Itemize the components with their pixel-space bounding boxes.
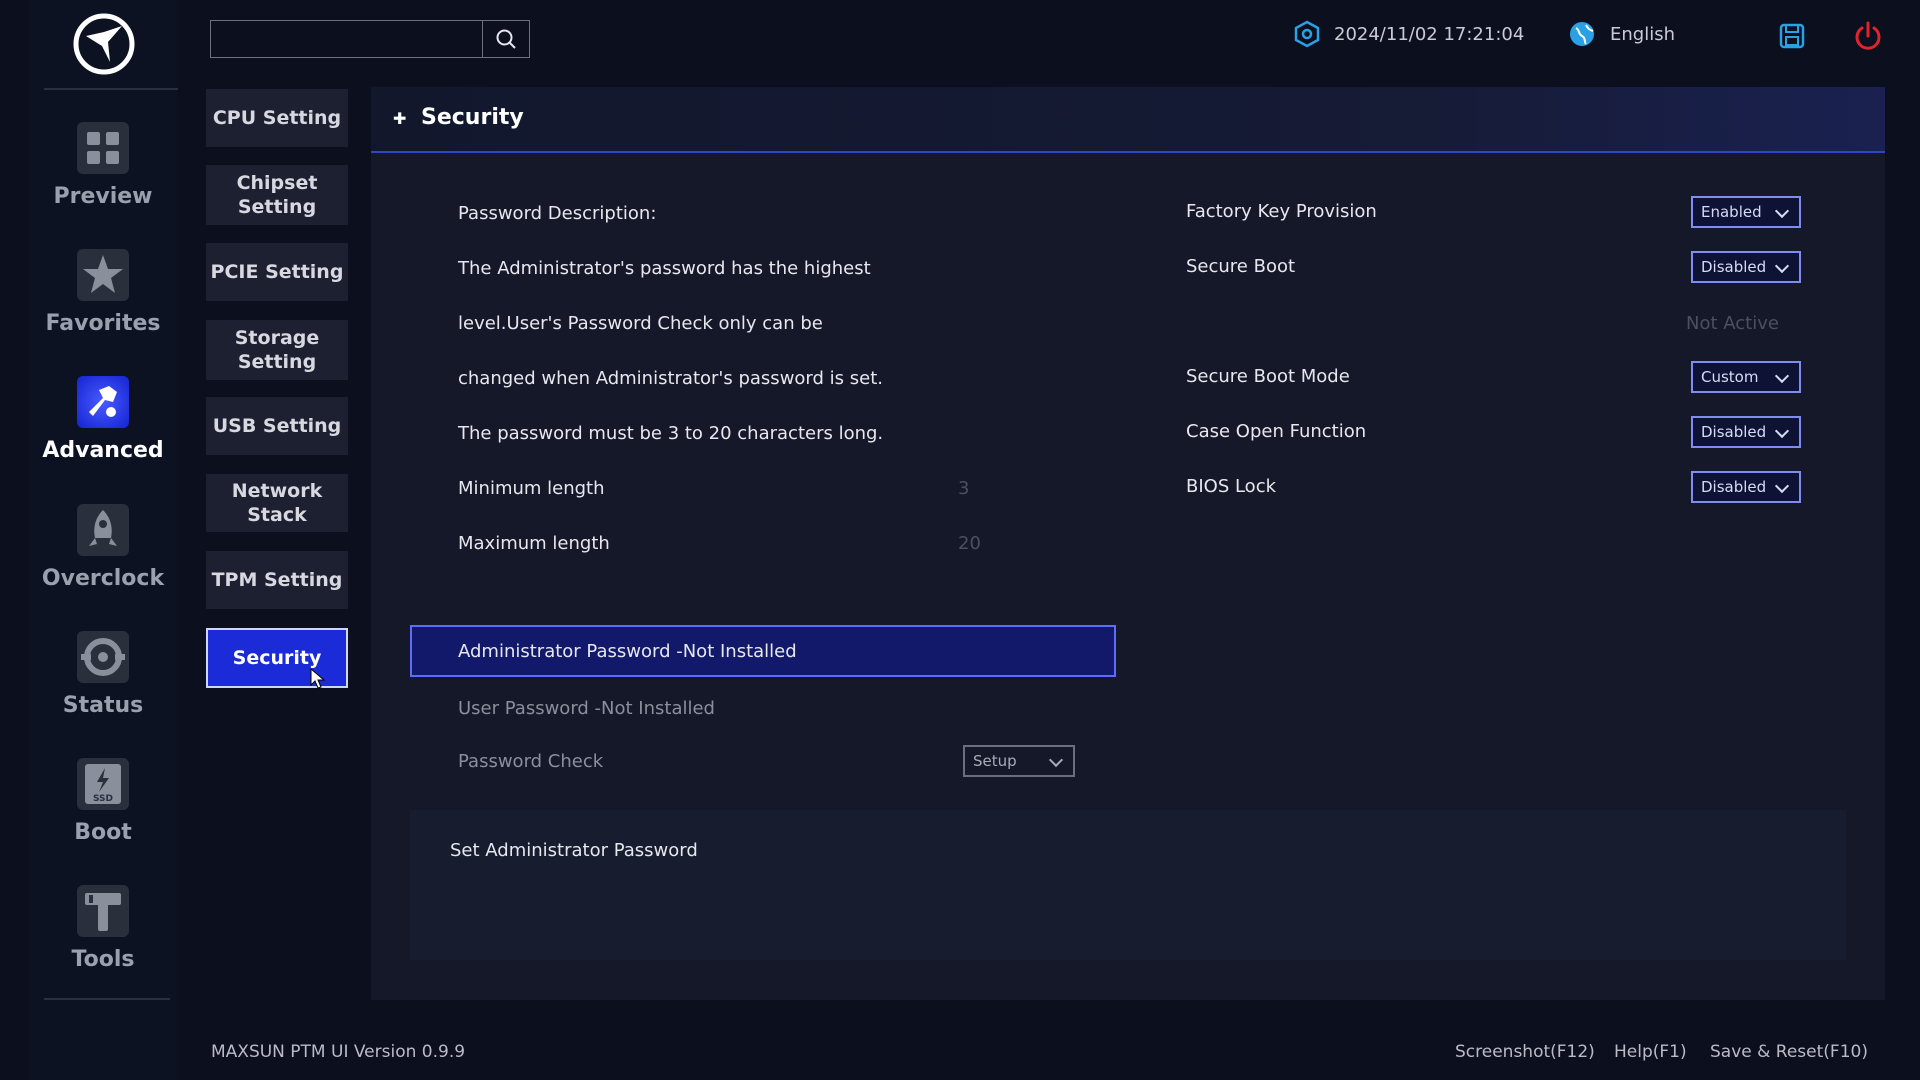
settings-hex-icon <box>1294 20 1320 48</box>
password-description-line: changed when Administrator's password is… <box>458 368 883 389</box>
nav-item-advanced[interactable]: Advanced <box>29 372 177 482</box>
nav-item-favorites[interactable]: Favorites <box>29 245 177 355</box>
chevron-down-icon <box>1774 423 1790 439</box>
search-button[interactable] <box>482 21 529 57</box>
panel-title-marker: ✚ <box>393 109 407 128</box>
search-icon <box>496 29 516 49</box>
hammer-icon <box>77 885 129 937</box>
help-description-box: Set Administrator Password <box>410 810 1846 960</box>
nav-label: Boot <box>74 820 132 845</box>
rocket-icon <box>77 504 129 556</box>
password-description-line: The password must be 3 to 20 characters … <box>458 423 884 444</box>
factory-key-provision-dropdown[interactable]: Enabled <box>1691 196 1801 228</box>
nav-item-status[interactable]: Status <box>29 627 177 737</box>
screenshot-button[interactable]: Screenshot(F12) <box>1455 1042 1595 1062</box>
nav-label: Advanced <box>42 438 164 463</box>
submenu-pcie-setting[interactable]: PCIE Setting <box>206 243 348 301</box>
help-button[interactable]: Help(F1) <box>1614 1042 1687 1062</box>
search-input[interactable] <box>211 21 483 57</box>
datetime-text: 2024/11/02 17:21:04 <box>1334 23 1525 45</box>
mouse-cursor-icon <box>310 668 326 689</box>
status-gauge-icon <box>77 631 129 683</box>
secure-boot-dropdown[interactable]: Disabled <box>1691 251 1801 283</box>
password-description-title: Password Description: <box>458 203 657 224</box>
power-icon[interactable] <box>1852 20 1884 52</box>
submenu-tpm-setting[interactable]: TPM Setting <box>206 551 348 609</box>
factory-key-provision-value: Enabled <box>1701 203 1762 221</box>
language-selector[interactable]: English <box>1568 20 1675 48</box>
maxsun-logo-icon <box>73 13 135 75</box>
chevron-down-icon <box>1774 368 1790 384</box>
chevron-down-icon <box>1774 203 1790 219</box>
nav-label: Status <box>62 693 144 718</box>
nav-divider-top <box>44 88 178 90</box>
submenu-storage-setting[interactable]: Storage Setting <box>206 320 348 380</box>
globe-icon <box>1570 22 1594 46</box>
submenu-network-stack[interactable]: Network Stack <box>206 474 348 532</box>
version-text: MAXSUN PTM UI Version 0.9.9 <box>211 1042 466 1062</box>
password-check-value: Setup <box>973 752 1017 770</box>
submenu-cpu-setting[interactable]: CPU Setting <box>206 89 348 147</box>
secure-boot-label: Secure Boot <box>1186 256 1296 277</box>
secure-boot-status: Not Active <box>1686 313 1779 334</box>
maximum-length-value: 20 <box>958 533 981 554</box>
nav-label: Preview <box>53 184 153 209</box>
nav-label: Overclock <box>41 566 165 591</box>
ssd-boot-icon: SSD <box>77 758 129 810</box>
password-description-line: The Administrator's password has the hig… <box>458 258 871 279</box>
case-open-function-dropdown[interactable]: Disabled <box>1691 416 1801 448</box>
grid-icon <box>77 122 129 174</box>
submenu-usb-setting[interactable]: USB Setting <box>206 397 348 455</box>
save-reset-button[interactable]: Save & Reset(F10) <box>1710 1042 1868 1062</box>
svg-text:SSD: SSD <box>93 794 113 804</box>
submenu-security[interactable]: Security <box>206 628 348 688</box>
nav-item-boot[interactable]: SSD Boot <box>29 754 177 864</box>
password-check-label: Password Check <box>458 751 604 772</box>
advanced-tool-icon <box>77 376 129 428</box>
language-label: English <box>1610 23 1675 45</box>
help-text: Set Administrator Password <box>450 840 698 861</box>
administrator-password-label: Administrator Password -Not Installed <box>458 641 797 662</box>
chevron-down-icon <box>1774 478 1790 494</box>
nav-item-tools[interactable]: Tools <box>29 881 177 991</box>
secure-boot-mode-label: Secure Boot Mode <box>1186 366 1350 387</box>
maximum-length-label: Maximum length <box>458 533 610 554</box>
bios-lock-dropdown[interactable]: Disabled <box>1691 471 1801 503</box>
nav-item-overclock[interactable]: Overclock <box>29 500 177 610</box>
submenu-chipset-setting[interactable]: Chipset Setting <box>206 165 348 225</box>
user-password-item[interactable]: User Password -Not Installed <box>458 698 715 719</box>
administrator-password-item[interactable]: Administrator Password -Not Installed <box>410 625 1116 677</box>
panel-header: ✚ Security <box>371 87 1885 153</box>
chevron-down-icon <box>1048 752 1064 768</box>
nav-item-preview[interactable]: Preview <box>29 118 177 228</box>
bios-lock-value: Disabled <box>1701 478 1767 496</box>
star-icon <box>77 249 129 301</box>
datetime-display: 2024/11/02 17:21:04 <box>1294 20 1524 48</box>
factory-key-provision-label: Factory Key Provision <box>1186 201 1377 222</box>
password-check-dropdown[interactable]: Setup <box>963 745 1075 777</box>
nav-divider-bottom <box>44 998 170 1000</box>
minimum-length-value: 3 <box>958 478 970 499</box>
chevron-down-icon <box>1774 258 1790 274</box>
nav-label: Favorites <box>45 311 161 336</box>
case-open-function-value: Disabled <box>1701 423 1767 441</box>
nav-label: Tools <box>71 947 135 972</box>
panel-title: Security <box>421 105 524 130</box>
password-description-line: level.User's Password Check only can be <box>458 313 823 334</box>
secure-boot-mode-dropdown[interactable]: Custom <box>1691 361 1801 393</box>
bios-lock-label: BIOS Lock <box>1186 476 1277 497</box>
case-open-function-label: Case Open Function <box>1186 421 1367 442</box>
secure-boot-mode-value: Custom <box>1701 368 1759 386</box>
search-box <box>210 20 530 58</box>
minimum-length-label: Minimum length <box>458 478 605 499</box>
save-icon[interactable] <box>1778 22 1806 50</box>
secure-boot-value: Disabled <box>1701 258 1767 276</box>
